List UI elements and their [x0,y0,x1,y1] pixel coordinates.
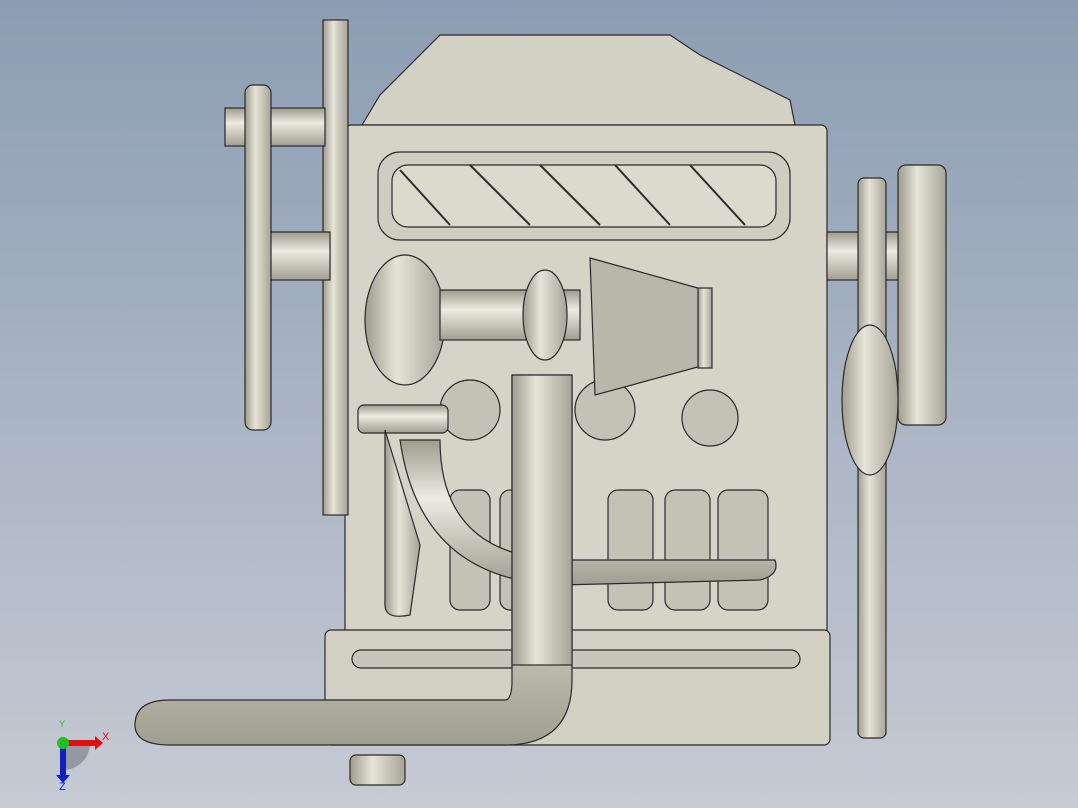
orientation-triad: X Y Z [45,719,125,795]
model-viewport[interactable] [0,0,1078,808]
y-axis-label: Y [59,719,66,729]
y-axis-dot [57,737,69,749]
turbocharger [364,254,446,386]
valve-cover [360,34,796,126]
pulley [897,164,947,426]
sprocket [244,84,272,431]
x-axis-label: X [102,731,110,743]
z-axis-label: Z [59,781,66,793]
